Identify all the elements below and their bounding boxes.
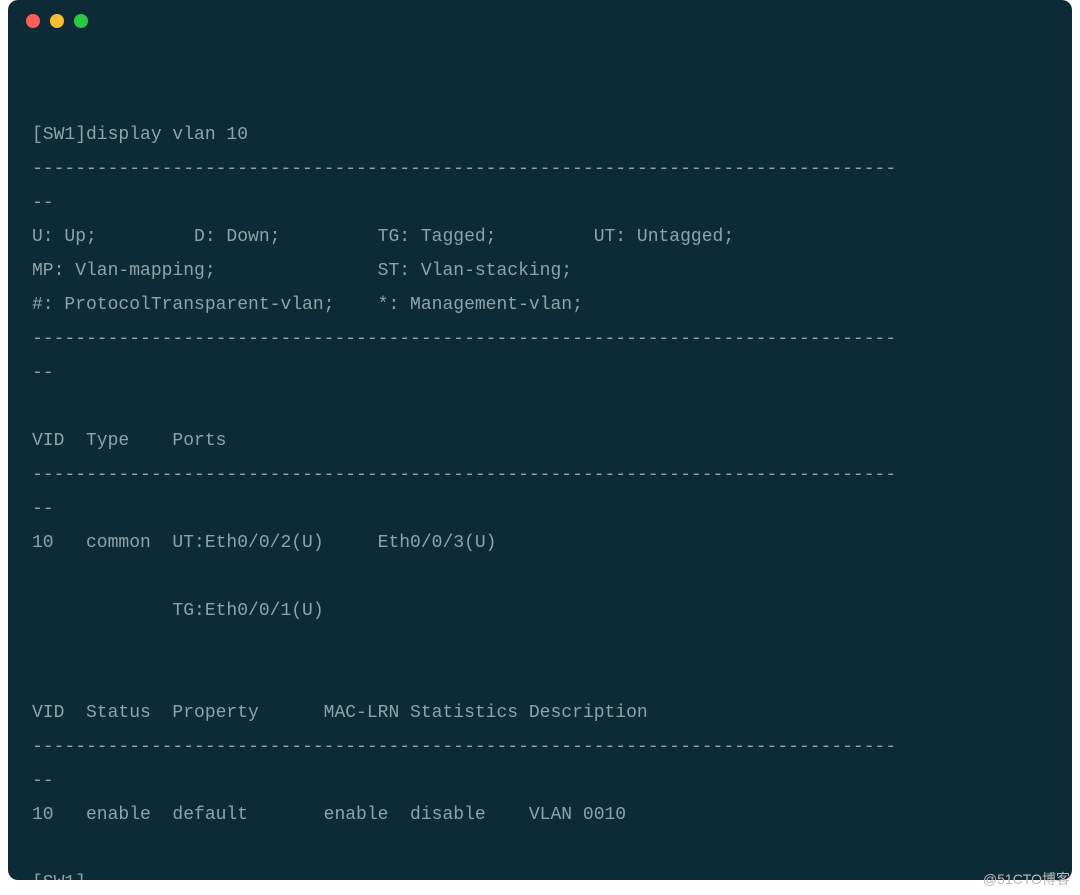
terminal-line: 10 enable default enable disable VLAN 00… bbox=[32, 805, 853, 825]
terminal-line: VID Status Property MAC-LRN Statistics D… bbox=[32, 703, 713, 723]
close-icon[interactable] bbox=[26, 14, 40, 28]
terminal-line: VID Type Ports bbox=[32, 431, 853, 451]
minimize-icon[interactable] bbox=[50, 14, 64, 28]
terminal-line: #: ProtocolTransparent-vlan; *: Manageme… bbox=[32, 295, 583, 315]
terminal-line: ----------------------------------------… bbox=[32, 329, 896, 349]
terminal-line: U: Up; D: Down; TG: Tagged; UT: Untagged… bbox=[32, 227, 734, 247]
terminal-line: 10 common UT:Eth0/0/2(U) Eth0/0/3(U) bbox=[32, 533, 853, 553]
zoom-icon[interactable] bbox=[74, 14, 88, 28]
terminal-line: -- bbox=[32, 771, 54, 791]
terminal-output: [SW1]display vlan 10 -------------------… bbox=[8, 42, 1072, 880]
watermark-label: @51CTO博客 bbox=[983, 869, 1070, 889]
terminal-line: TG:Eth0/0/1(U) bbox=[32, 601, 853, 621]
terminal-line: ----------------------------------------… bbox=[32, 737, 896, 757]
terminal-line: -- bbox=[32, 193, 54, 213]
window-titlebar bbox=[8, 0, 1072, 42]
terminal-window: [SW1]display vlan 10 -------------------… bbox=[8, 0, 1072, 880]
terminal-line: -- bbox=[32, 499, 54, 519]
terminal-line: ----------------------------------------… bbox=[32, 159, 896, 179]
terminal-line: [SW1]display vlan 10 bbox=[32, 125, 248, 145]
terminal-line: MP: Vlan-mapping; ST: Vlan-stacking; bbox=[32, 261, 572, 281]
terminal-line: ----------------------------------------… bbox=[32, 465, 896, 485]
terminal-line: [SW1] bbox=[32, 873, 86, 880]
terminal-line: -- bbox=[32, 363, 54, 383]
